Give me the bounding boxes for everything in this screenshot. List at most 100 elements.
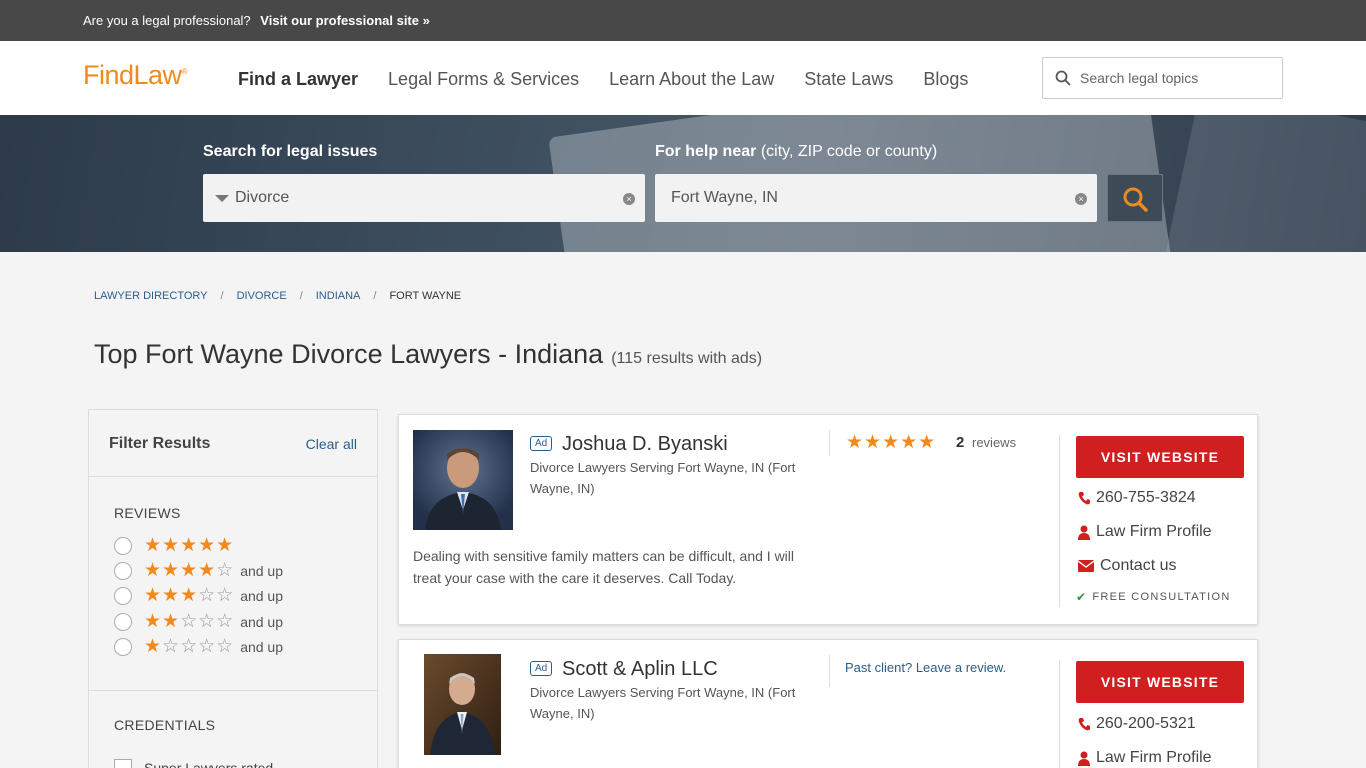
nav-find-a-lawyer[interactable]: Find a Lawyer — [238, 69, 358, 90]
nav-legal-forms[interactable]: Legal Forms & Services — [388, 69, 579, 90]
phone-link[interactable]: 260-755-3824 — [1078, 489, 1196, 507]
search-button[interactable] — [1107, 174, 1163, 222]
rating-filter-3[interactable]: ★★★☆☆ and up — [114, 586, 283, 606]
card-divider — [1059, 435, 1060, 607]
card-divider — [829, 430, 830, 456]
nav-learn-about-law[interactable]: Learn About the Law — [609, 69, 774, 90]
phone-number: 260-200-5321 — [1096, 715, 1196, 732]
clear-icon[interactable]: × — [623, 193, 635, 205]
filter-panel: Filter Results Clear all REVIEWS ★★★★★ ★… — [88, 409, 378, 768]
and-up-label: and up — [240, 614, 284, 630]
results-count: (115 results with ads) — [611, 350, 763, 367]
legal-topics-search-input[interactable]: Search legal topics — [1042, 57, 1283, 99]
phone-link[interactable]: 260-200-5321 — [1078, 715, 1196, 733]
pro-banner: Are you a legal professional? Visit our … — [0, 0, 1366, 41]
and-up-label: and up — [240, 563, 284, 579]
rating-filter-4[interactable]: ★★★★☆ and up — [114, 561, 283, 581]
leave-review-link[interactable]: Past client? Leave a review. — [845, 660, 1006, 675]
chevron-down-icon — [215, 195, 229, 202]
legal-issue-select[interactable]: Divorce × — [203, 174, 645, 222]
professional-site-link[interactable]: Visit our professional site » — [260, 13, 430, 28]
breadcrumb: LAWYER DIRECTORY / DIVORCE / INDIANA / F… — [94, 290, 461, 302]
lawyer-card: Ad Scott & Aplin LLC Divorce Lawyers Ser… — [398, 639, 1258, 768]
envelope-icon — [1078, 560, 1094, 572]
location-label: For help near (city, ZIP code or county) — [655, 143, 937, 161]
user-icon — [1078, 751, 1090, 766]
user-icon — [1078, 525, 1090, 540]
lawyer-serving: Divorce Lawyers Serving Fort Wayne, IN (… — [530, 460, 796, 496]
findlaw-logo[interactable]: FindLaw® — [83, 60, 188, 91]
rating-filter-1[interactable]: ★☆☆☆☆ and up — [114, 637, 283, 657]
breadcrumb-divorce[interactable]: DIVORCE — [237, 290, 287, 302]
location-value: Fort Wayne, IN — [671, 189, 778, 206]
rating-filter-5[interactable]: ★★★★★ — [114, 536, 234, 556]
search-icon — [1123, 187, 1148, 212]
lawyer-photo[interactable] — [424, 654, 501, 755]
checkbox[interactable] — [114, 759, 132, 768]
phone-number: 260-755-3824 — [1096, 489, 1196, 506]
stars-3-icon: ★★★☆☆ — [144, 585, 235, 606]
visit-website-button[interactable]: VISIT WEBSITE — [1076, 661, 1244, 703]
radio-button[interactable] — [114, 537, 132, 555]
pro-banner-question: Are you a legal professional? — [83, 13, 251, 28]
ad-badge: Ad — [530, 661, 553, 676]
check-icon: ✔ — [1076, 590, 1088, 604]
review-count: 2 — [956, 434, 965, 451]
clear-icon[interactable]: × — [1075, 193, 1087, 205]
free-consultation-label: FREE CONSULTATION — [1092, 591, 1231, 603]
lawyer-search-hero: Search for legal issues For help near (c… — [0, 115, 1366, 252]
lawyer-card: Ad Joshua D. Byanski Divorce Lawyers Ser… — [398, 414, 1258, 625]
contact-us-link[interactable]: Contact us — [1078, 557, 1176, 575]
filter-header: Filter Results Clear all — [89, 410, 377, 477]
radio-button[interactable] — [114, 638, 132, 656]
law-firm-profile-link[interactable]: Law Firm Profile — [1078, 523, 1212, 541]
main-nav: Find a Lawyer Legal Forms & Services Lea… — [238, 69, 998, 90]
phone-icon — [1078, 718, 1090, 731]
radio-button[interactable] — [114, 562, 132, 580]
lawyer-photo[interactable] — [413, 430, 513, 530]
free-consultation-badge: ✔ FREE CONSULTATION — [1076, 590, 1231, 604]
lawyer-description: Dealing with sensitive family matters ca… — [413, 548, 795, 586]
radio-button[interactable] — [114, 613, 132, 631]
reviews-link[interactable]: reviews — [972, 435, 1016, 450]
breadcrumb-indiana[interactable]: INDIANA — [316, 290, 361, 302]
issue-label-text: Search for legal issues — [203, 143, 378, 160]
search-placeholder: Search legal topics — [1080, 70, 1199, 86]
filter-divider — [89, 690, 377, 691]
nav-state-laws[interactable]: State Laws — [804, 69, 893, 90]
location-label-text: For help near — [655, 143, 757, 160]
location-input[interactable]: Fort Wayne, IN × — [655, 174, 1097, 222]
reviews-section-label: REVIEWS — [114, 505, 181, 521]
location-hint: (city, ZIP code or county) — [760, 143, 938, 160]
site-header: FindLaw® Find a Lawyer Legal Forms & Ser… — [0, 41, 1366, 115]
pro-banner-text: Are you a legal professional? Visit our … — [83, 13, 430, 28]
breadcrumb-separator: / — [299, 290, 303, 302]
rating-filter-2[interactable]: ★★☆☆☆ and up — [114, 612, 283, 632]
filter-title: Filter Results — [109, 435, 211, 452]
breadcrumb-separator: / — [220, 290, 224, 302]
clear-all-link[interactable]: Clear all — [306, 436, 357, 452]
super-lawyers-label: Super Lawyers rated — [144, 760, 274, 768]
lawyer-name[interactable]: Scott & Aplin LLC — [562, 658, 718, 681]
legal-issue-value: Divorce — [235, 189, 290, 206]
ad-badge: Ad — [530, 436, 553, 451]
logo-registered-mark: ® — [181, 67, 188, 76]
super-lawyers-checkbox[interactable]: Super Lawyers rated — [114, 759, 273, 768]
credentials-section-label: CREDENTIALS — [114, 717, 216, 733]
card-divider — [1059, 660, 1060, 768]
breadcrumb-current: FORT WAYNE — [389, 290, 462, 302]
stars-1-icon: ★☆☆☆☆ — [144, 636, 235, 657]
card-divider — [829, 655, 830, 687]
law-firm-profile-link[interactable]: Law Firm Profile — [1078, 749, 1212, 767]
issue-label: Search for legal issues — [203, 143, 377, 161]
breadcrumb-lawyer-directory[interactable]: LAWYER DIRECTORY — [94, 290, 208, 302]
nav-blogs[interactable]: Blogs — [923, 69, 968, 90]
radio-button[interactable] — [114, 587, 132, 605]
visit-website-button[interactable]: VISIT WEBSITE — [1076, 436, 1244, 478]
logo-text: FindLaw — [83, 60, 182, 90]
stars-4-icon: ★★★★☆ — [144, 560, 235, 581]
search-icon — [1055, 70, 1071, 86]
stars-5-icon: ★★★★★ — [144, 535, 235, 556]
lawyer-name[interactable]: Joshua D. Byanski — [562, 433, 728, 456]
contact-us-label: Contact us — [1100, 557, 1177, 574]
